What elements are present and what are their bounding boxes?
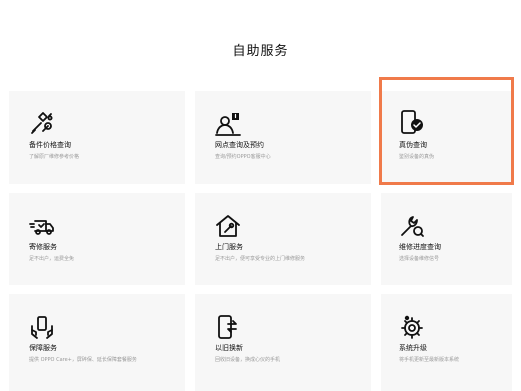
card-system-upgrade[interactable]: 系统升级 将手机更新至最新版本系统	[381, 294, 512, 391]
card-repair-progress[interactable]: 维修进度查询 选择设备维修信号	[381, 193, 512, 285]
card-protection-service[interactable]: 保障服务 提供 OPPO Care+，屏碎保、延长保障套餐服务	[9, 294, 185, 391]
card-label: 上门服务	[215, 243, 243, 251]
card-trade-in[interactable]: 以旧换新 回收旧设备，换成心仪的手机	[195, 294, 371, 391]
service-grid: 备件价格查询 了解原厂维修参考价格 网点查询及预约 查询/预约OPPO客服中心 …	[0, 0, 521, 391]
card-label: 网点查询及预约	[215, 141, 264, 149]
system-gear-icon	[399, 314, 425, 340]
card-desc: 回收旧设备，换成心仪的手机	[215, 357, 281, 363]
card-desc: 足不出户，便可享受专业的上门维修服务	[215, 256, 306, 262]
hands-phone-icon	[29, 314, 55, 340]
card-label: 备件价格查询	[29, 141, 71, 149]
card-spare-parts-price[interactable]: 备件价格查询 了解原厂维修参考价格	[9, 91, 185, 184]
home-repair-icon	[215, 213, 241, 239]
card-desc: 选择设备维修信号	[399, 256, 440, 262]
card-service-center[interactable]: 网点查询及预约 查询/预约OPPO客服中心	[195, 91, 371, 184]
card-desc: 将手机更新至最新版本系统	[399, 357, 460, 363]
card-desc: 提供 OPPO Care+，屏碎保、延长保障套餐服务	[29, 357, 137, 363]
trade-in-icon	[215, 314, 241, 340]
card-label: 寄修服务	[29, 243, 57, 251]
card-desc: 查询/预约OPPO客服中心	[215, 154, 271, 160]
card-desc: 足不出户，运费全免	[29, 256, 75, 262]
card-label: 以旧换新	[215, 344, 243, 352]
service-center-icon	[215, 111, 241, 137]
card-home-service[interactable]: 上门服务 足不出户，便可享受专业的上门维修服务	[195, 193, 371, 285]
wrench-search-icon	[399, 213, 425, 239]
delivery-truck-icon	[29, 213, 55, 239]
highlight-box	[379, 77, 514, 185]
card-label: 系统升级	[399, 344, 427, 352]
card-mail-in-repair[interactable]: 寄修服务 足不出户，运费全免	[9, 193, 185, 285]
card-label: 保障服务	[29, 344, 57, 352]
card-label: 维修进度查询	[399, 243, 441, 251]
tools-icon	[29, 111, 55, 137]
card-desc: 了解原厂维修参考价格	[29, 154, 80, 160]
